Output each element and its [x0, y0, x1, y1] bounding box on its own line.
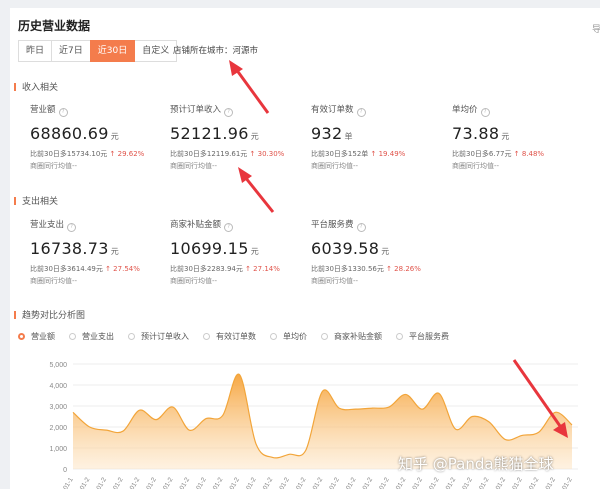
annotation-arrows — [229, 60, 568, 438]
watermark: 知乎 @Panda熊猫全球 — [398, 455, 554, 473]
arrow-to-chart — [512, 359, 568, 438]
arrow-to-metric — [238, 167, 275, 213]
tab-30-days[interactable]: 近30日 — [89, 40, 136, 62]
arrow-to-city — [229, 60, 270, 114]
